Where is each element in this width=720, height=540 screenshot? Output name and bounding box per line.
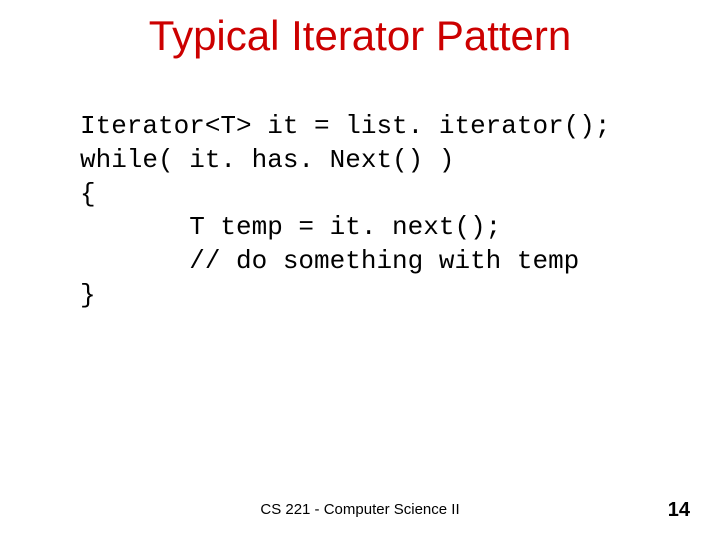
code-block: Iterator<T> it = list. iterator(); while… xyxy=(80,110,611,313)
code-line: while( it. has. Next() ) xyxy=(80,145,454,175)
slide: Typical Iterator Pattern Iterator<T> it … xyxy=(0,0,720,540)
code-line: } xyxy=(80,280,96,310)
code-line: Iterator<T> it = list. iterator(); xyxy=(80,111,611,141)
slide-title: Typical Iterator Pattern xyxy=(0,12,720,60)
page-number: 14 xyxy=(668,499,690,522)
footer-text: CS 221 - Computer Science II xyxy=(0,501,720,518)
code-line: // do something with temp xyxy=(80,246,579,276)
code-line: { xyxy=(80,179,96,209)
code-line: T temp = it. next(); xyxy=(80,212,501,242)
